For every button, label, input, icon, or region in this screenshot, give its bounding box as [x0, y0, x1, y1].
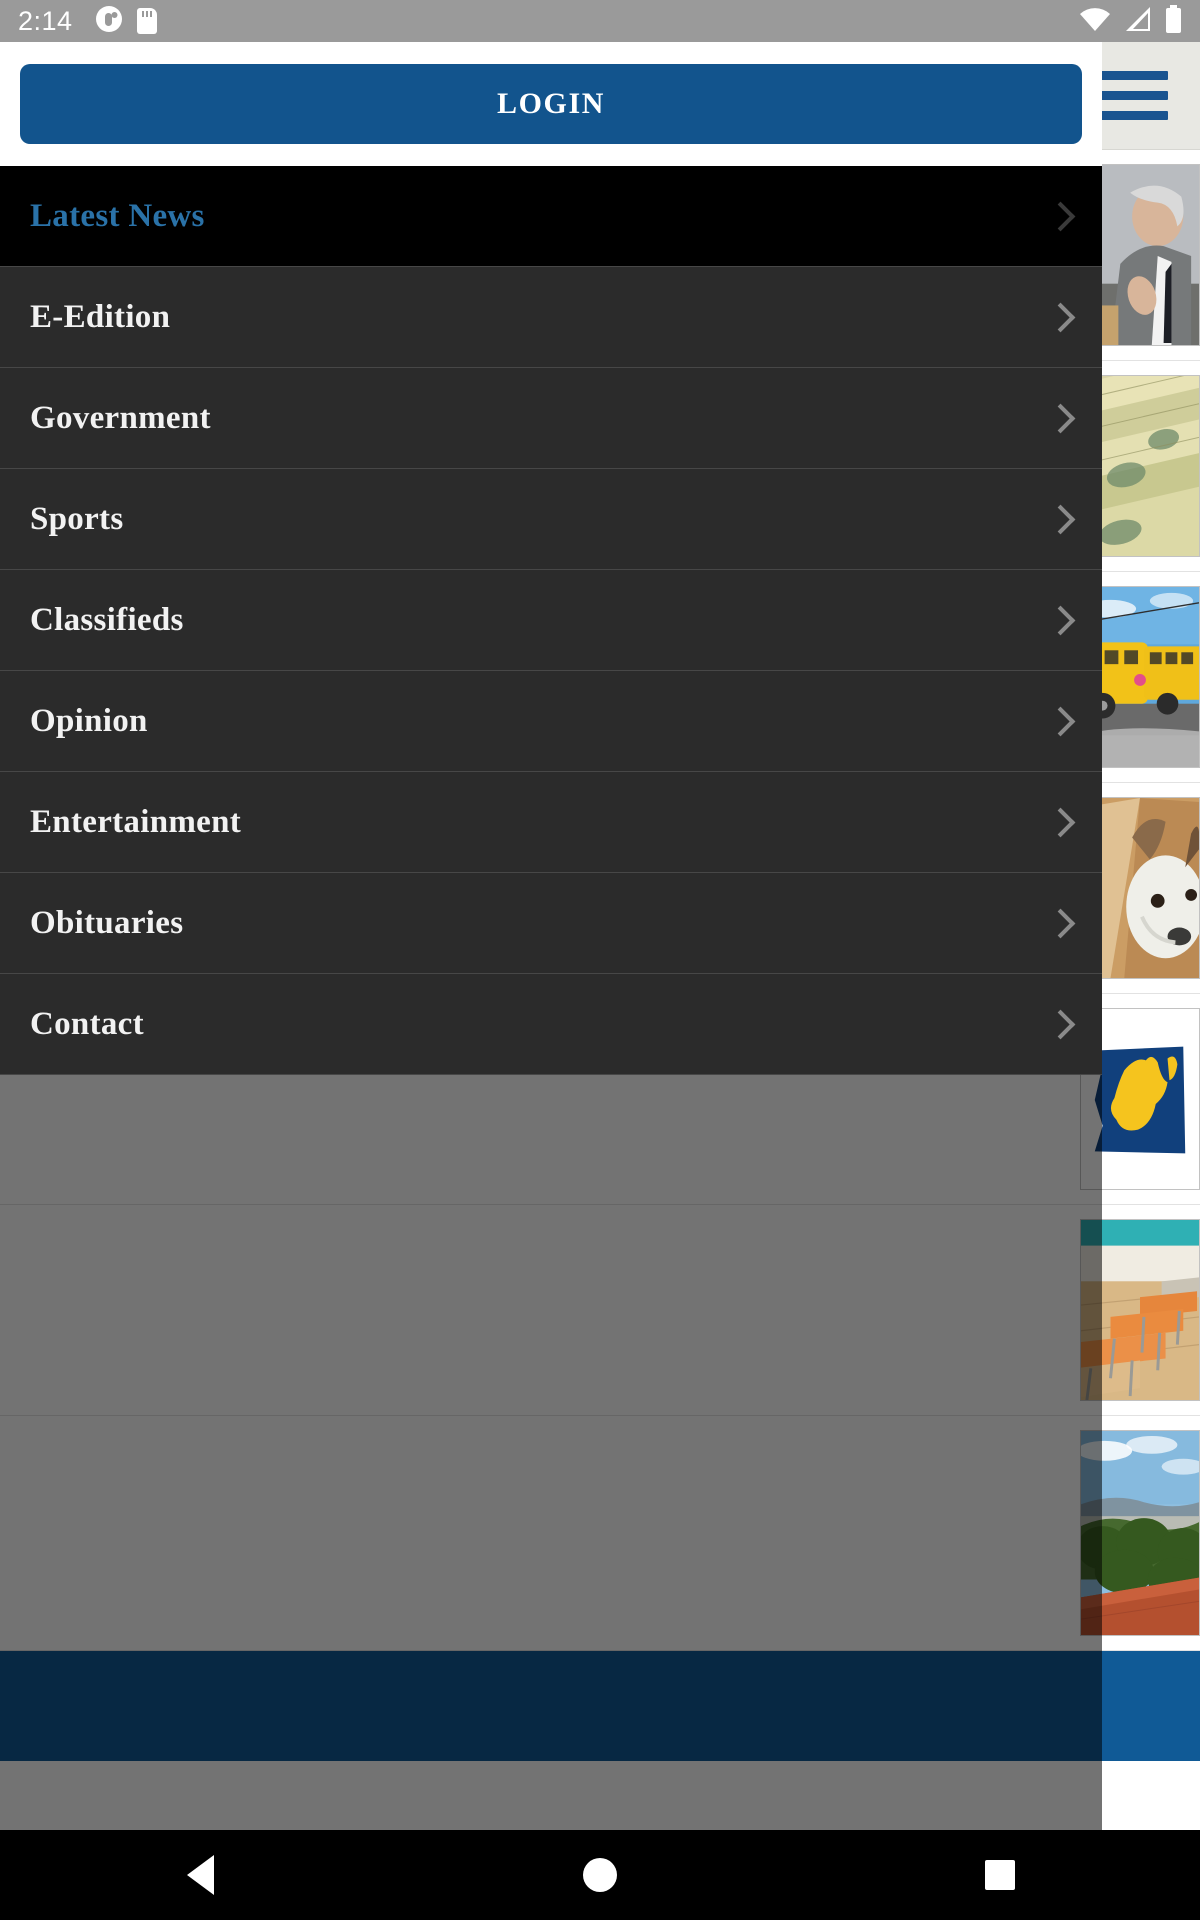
menu-item-contact[interactable]: Contact — [0, 974, 1102, 1075]
chevron-right-icon — [1050, 610, 1070, 630]
status-bar-notification-icons — [95, 5, 157, 38]
menu-item-entertainment[interactable]: Entertainment — [0, 772, 1102, 873]
status-bar-clock: 2:14 — [18, 5, 73, 36]
login-button[interactable]: LOGIN — [20, 64, 1082, 144]
hamburger-menu-icon[interactable] — [1094, 66, 1172, 126]
cellular-signal-icon — [1124, 6, 1152, 37]
menu-item-obituaries[interactable]: Obituaries — [0, 873, 1102, 974]
menu-item-label: Contact — [30, 1005, 144, 1042]
recents-button[interactable] — [930, 1830, 1070, 1920]
chevron-right-icon — [1050, 307, 1070, 327]
status-bar: 2:14 — [0, 0, 1200, 42]
menu-item-label: Government — [30, 399, 211, 436]
chevron-right-icon — [1050, 509, 1070, 529]
menu-item-classifieds[interactable]: Classifieds — [0, 570, 1102, 671]
drawer-menu: Latest News E-Edition Government Sports … — [0, 166, 1102, 1075]
menu-item-opinion[interactable]: Opinion — [0, 671, 1102, 772]
menu-item-label: Entertainment — [30, 803, 242, 840]
chevron-right-icon — [1050, 1014, 1070, 1034]
chevron-right-icon — [1050, 913, 1070, 933]
phone-screen: LOGIN Latest News E-Edition Government S… — [0, 0, 1200, 1920]
recents-square-icon — [985, 1860, 1015, 1890]
chevron-right-icon — [1050, 206, 1070, 226]
menu-item-label: E-Edition — [30, 298, 171, 335]
home-circle-icon — [583, 1858, 617, 1892]
battery-icon — [1165, 4, 1182, 38]
menu-item-e-edition[interactable]: E-Edition — [0, 267, 1102, 368]
menu-item-label: Classifieds — [30, 601, 184, 638]
wifi-icon — [1079, 6, 1111, 37]
chevron-right-icon — [1050, 408, 1070, 428]
status-bar-system-icons — [1079, 4, 1182, 38]
back-button[interactable] — [130, 1830, 270, 1920]
menu-item-label: Sports — [30, 500, 124, 537]
menu-item-latest-news[interactable]: Latest News — [0, 166, 1102, 267]
chevron-right-icon — [1050, 812, 1070, 832]
menu-item-government[interactable]: Government — [0, 368, 1102, 469]
menu-item-sports[interactable]: Sports — [0, 469, 1102, 570]
menu-item-label: Latest News — [30, 197, 205, 234]
navigation-drawer: LOGIN Latest News E-Edition Government S… — [0, 42, 1102, 1075]
sd-card-icon — [136, 8, 157, 34]
android-navigation-bar — [0, 1830, 1200, 1920]
drawer-header: LOGIN — [0, 42, 1102, 166]
menu-item-label: Opinion — [30, 702, 148, 739]
back-triangle-icon — [186, 1855, 214, 1895]
chevron-right-icon — [1050, 711, 1070, 731]
home-button[interactable] — [530, 1830, 670, 1920]
menu-item-label: Obituaries — [30, 904, 184, 941]
app-notification-icon — [95, 5, 123, 38]
